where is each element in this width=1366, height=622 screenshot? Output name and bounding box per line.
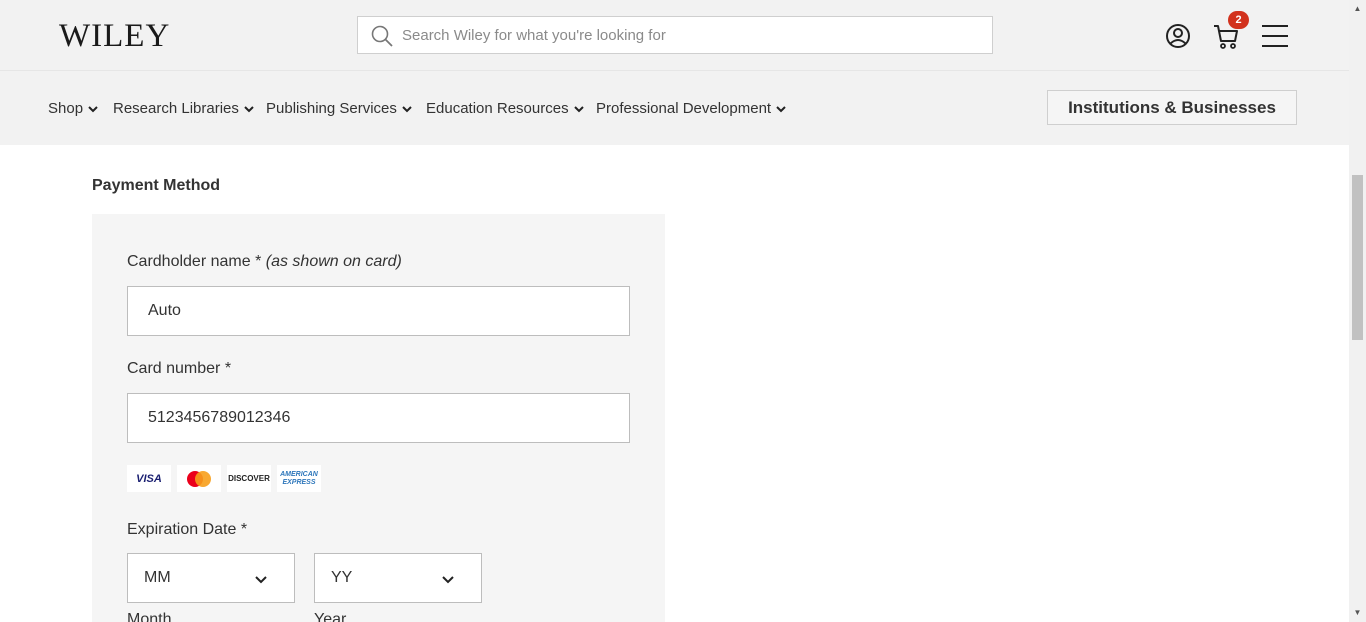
mastercard-icon	[187, 470, 211, 487]
nav-label: Professional Development	[596, 100, 772, 117]
page-scrollbar[interactable]: ▲ ▼	[1349, 0, 1366, 622]
wiley-logo[interactable]: WILEY	[59, 18, 170, 55]
mastercard-logo	[177, 465, 221, 492]
nav-research-libraries[interactable]: Research Libraries	[113, 100, 255, 117]
visa-logo: VISA	[127, 465, 171, 492]
nav-professional-development[interactable]: Professional Development	[596, 100, 787, 117]
nav-label: Shop	[48, 100, 84, 117]
chevron-down-icon	[442, 576, 454, 584]
discover-logo: DISCOVER	[227, 465, 271, 492]
user-icon[interactable]	[1164, 22, 1192, 50]
cardholder-hint: (as shown on card)	[265, 253, 402, 270]
nav-education-resources[interactable]: Education Resources	[426, 100, 585, 117]
menu-icon[interactable]	[1261, 22, 1289, 50]
month-select[interactable]: MM	[127, 553, 295, 603]
year-select[interactable]: YY	[314, 553, 482, 603]
payment-method-title: Payment Method	[92, 177, 221, 194]
chevron-down-icon	[255, 576, 267, 584]
scroll-thumb[interactable]	[1352, 175, 1363, 340]
accepted-cards: VISA DISCOVER AMERICAN EXPRESS	[127, 465, 321, 492]
card-number-field[interactable]	[127, 393, 630, 443]
cart-count-badge: 2	[1228, 11, 1249, 29]
search-input[interactable]	[402, 17, 982, 53]
cardholder-label: Cardholder name * (as shown on card)	[127, 253, 402, 271]
scroll-down-arrow-icon[interactable]: ▼	[1353, 608, 1362, 617]
year-sublabel: Year	[314, 611, 347, 622]
top-header: WILEY 2	[0, 0, 1349, 70]
month-sublabel: Month	[127, 611, 172, 622]
year-select-value: YY	[331, 569, 353, 586]
card-number-label: Card number *	[127, 360, 232, 377]
search-bar[interactable]	[357, 16, 993, 54]
search-icon[interactable]	[370, 24, 394, 48]
chevron-down-icon	[776, 105, 786, 112]
nav-label: Publishing Services	[266, 100, 397, 117]
expiration-date-label: Expiration Date *	[127, 521, 248, 538]
nav-shop[interactable]: Shop	[48, 100, 99, 117]
nav-publishing-services[interactable]: Publishing Services	[266, 100, 413, 117]
nav-label: Research Libraries	[113, 100, 239, 117]
chevron-down-icon	[88, 105, 98, 112]
nav-label: Education Resources	[426, 100, 569, 117]
cardholder-label-text: Cardholder name *	[127, 253, 262, 270]
chevron-down-icon	[402, 105, 412, 112]
month-select-value: MM	[144, 569, 171, 586]
chevron-down-icon	[573, 105, 584, 112]
chevron-down-icon	[244, 105, 254, 112]
institutions-businesses-button[interactable]: Institutions & Businesses	[1047, 90, 1297, 125]
cardholder-name-field[interactable]	[127, 286, 630, 336]
amex-logo: AMERICAN EXPRESS	[277, 465, 321, 492]
scroll-up-arrow-icon[interactable]: ▲	[1353, 4, 1362, 13]
main-nav: Shop Research Libraries Publishing Servi…	[0, 70, 1349, 145]
